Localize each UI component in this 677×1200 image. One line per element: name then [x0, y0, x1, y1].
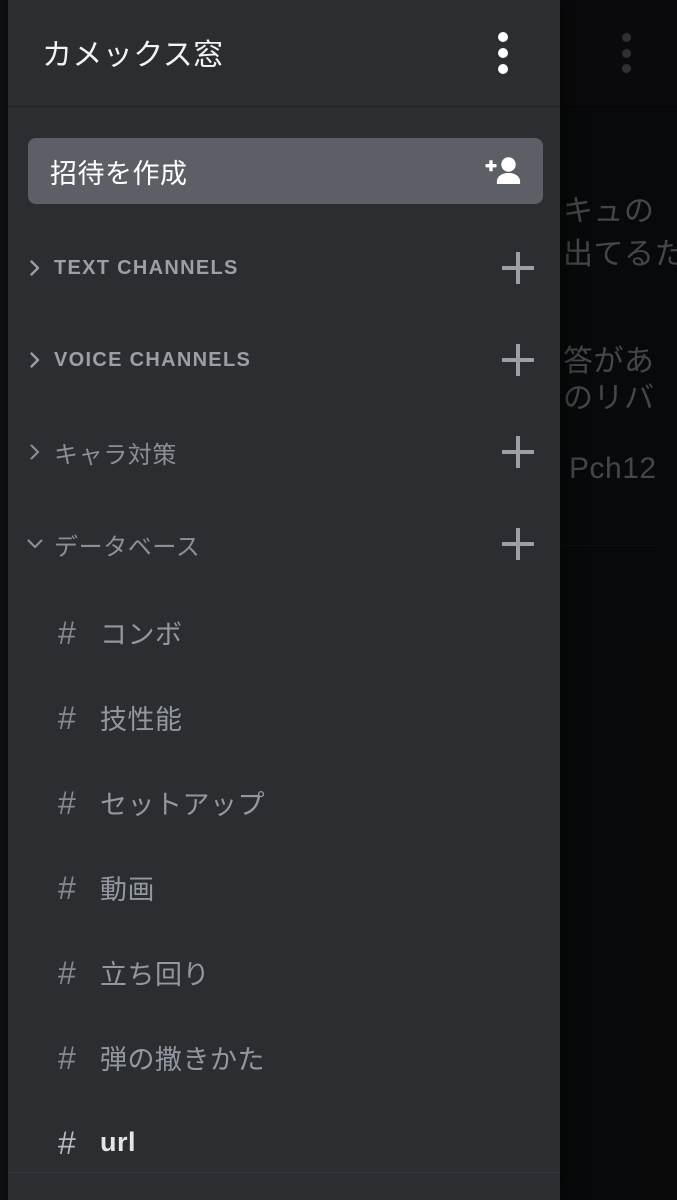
category-label: データベース [54, 533, 201, 561]
hash-icon: # [58, 869, 76, 906]
channel-name: 技性能 [100, 705, 183, 735]
channel-name: 立ち回り [100, 960, 210, 990]
server-kebab-menu-icon[interactable] [487, 32, 519, 74]
background-message-line: 出てるた [563, 238, 677, 271]
background-message-line: Pch12 [569, 452, 657, 485]
hash-icon: # [58, 1124, 76, 1161]
add-person-icon [485, 156, 521, 186]
add-channel-plus-icon[interactable] [500, 250, 536, 286]
channel-list-divider [8, 1172, 560, 1173]
background-message-separator [560, 545, 656, 546]
chevron-right-icon [24, 349, 46, 371]
channel-item[interactable]: # 立ち回り [8, 930, 560, 1015]
category-label: TEXT CHANNELS [54, 256, 239, 279]
create-invite-label: 招待を作成 [50, 158, 188, 189]
discord-mobile-screen: キュの 出てるた 答があ のリバ Pch12 カメックス窓 招待を作成 TEXT… [0, 0, 677, 1200]
add-channel-plus-icon[interactable] [500, 526, 536, 562]
server-rail-sliver[interactable] [0, 0, 8, 1200]
hash-icon: # [58, 699, 76, 736]
channel-list: TEXT CHANNELS VOICE CHANNELS キャラ対策 データベー… [8, 222, 560, 1185]
server-name: カメックス窓 [42, 39, 224, 72]
channel-sidebar-drawer: カメックス窓 招待を作成 TEXT CHANNELS VOICE CHANNEL… [8, 0, 560, 1200]
background-message-line: キュの [563, 195, 655, 228]
category-label: キャラ対策 [54, 441, 177, 469]
chevron-right-icon [24, 257, 46, 279]
add-channel-plus-icon[interactable] [500, 342, 536, 378]
channel-name: セットアップ [100, 790, 265, 820]
chevron-down-icon [24, 533, 46, 555]
add-channel-plus-icon[interactable] [500, 434, 536, 470]
channel-name: コンボ [100, 620, 183, 650]
category-label: VOICE CHANNELS [54, 348, 252, 371]
channel-name: url [100, 1127, 137, 1157]
background-message-line: のリバ [563, 382, 655, 415]
channel-name: 弾の撒きかた [100, 1045, 265, 1075]
hash-icon: # [58, 954, 76, 991]
category-text-channels[interactable]: TEXT CHANNELS [8, 222, 560, 314]
channel-item[interactable]: # 動画 [8, 845, 560, 930]
category-character-countermeasures[interactable]: キャラ対策 [8, 406, 560, 498]
create-invite-button[interactable]: 招待を作成 [28, 138, 543, 204]
hash-icon: # [58, 784, 76, 821]
channel-item[interactable]: # コンボ [8, 590, 560, 675]
hash-icon: # [58, 1039, 76, 1076]
category-voice-channels[interactable]: VOICE CHANNELS [8, 314, 560, 406]
channel-item[interactable]: # 弾の撒きかた [8, 1015, 560, 1100]
hash-icon: # [58, 614, 76, 651]
channel-item[interactable]: # 技性能 [8, 675, 560, 760]
channel-item[interactable]: # セットアップ [8, 760, 560, 845]
sidebar-header: カメックス窓 [8, 0, 560, 107]
channel-name: 動画 [100, 875, 155, 905]
category-database[interactable]: データベース [8, 498, 560, 590]
background-kebab-menu-icon[interactable] [618, 33, 634, 73]
chevron-right-icon [24, 441, 46, 463]
